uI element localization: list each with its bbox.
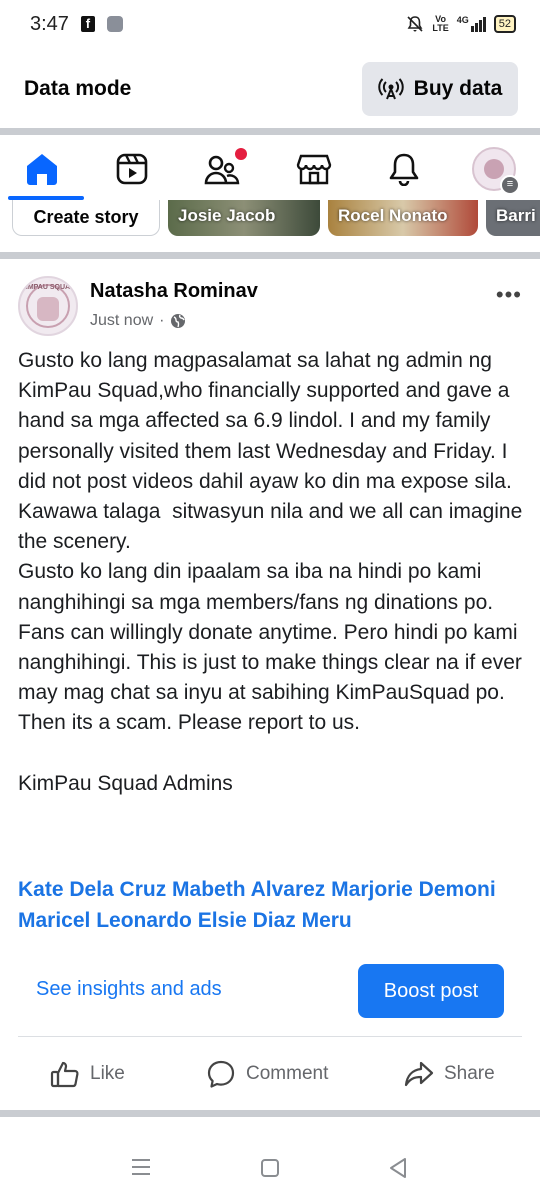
actions-divider	[18, 1036, 522, 1037]
bottom-divider	[0, 1110, 540, 1117]
post-time[interactable]: Just now	[90, 312, 153, 330]
tab-video[interactable]	[90, 138, 174, 200]
boost-post-button[interactable]: Boost post	[358, 964, 504, 1018]
battery-indicator: 52	[493, 15, 516, 33]
home-icon	[27, 154, 57, 185]
buy-data-label: Buy data	[413, 77, 503, 100]
story-author: Josie Jacob	[178, 206, 276, 225]
signal-indicator: 4G	[457, 16, 486, 32]
broadcast-icon	[377, 78, 404, 100]
post-options-button[interactable]: •••	[496, 282, 522, 308]
story-author: Rocel Nonato	[338, 206, 448, 225]
main-nav: ≡	[0, 138, 540, 200]
app-notification-icon	[106, 16, 123, 32]
post-tagged-people[interactable]: Kate Dela Cruz Mabeth Alvarez Marjorie D…	[18, 874, 528, 936]
avatar-text: KIMPAU SQUAD	[20, 284, 76, 291]
status-bar: 3:47 f Vo LTE 4G 52	[0, 0, 540, 48]
facebook-notification-icon: f	[80, 16, 95, 32]
top-divider	[0, 128, 540, 135]
system-navigation-bar	[0, 1130, 540, 1200]
profile-avatar: ≡	[472, 147, 520, 195]
like-label: Like	[90, 1063, 125, 1084]
tab-profile[interactable]: ≡	[452, 138, 536, 200]
home-nav-icon[interactable]	[260, 1158, 280, 1178]
network-type: 4G	[456, 15, 469, 25]
comment-label: Comment	[246, 1063, 329, 1084]
clock: 3:47	[30, 12, 69, 35]
page-title: Data mode	[24, 77, 132, 100]
video-icon	[116, 153, 148, 185]
share-label: Share	[444, 1063, 495, 1084]
meta-separator: ·	[159, 312, 165, 329]
share-button[interactable]: Share	[404, 1056, 495, 1092]
story-card[interactable]: Barri	[486, 200, 540, 236]
stories-divider	[0, 252, 540, 259]
tab-marketplace[interactable]	[272, 138, 356, 200]
comment-button[interactable]: Comment	[206, 1056, 328, 1092]
notifications-icon	[389, 153, 419, 186]
data-mode-bar: Data mode Buy data	[0, 54, 540, 124]
share-icon	[404, 1061, 434, 1087]
stories-strip: Create story Josie Jacob Rocel Nonato Ba…	[0, 200, 540, 238]
post-meta: Just now ·	[90, 312, 186, 330]
tab-notifications[interactable]	[362, 138, 446, 200]
profile-avatar-photo	[484, 159, 504, 179]
story-card[interactable]: Josie Jacob	[168, 200, 320, 236]
back-icon[interactable]	[388, 1157, 408, 1179]
post-header: KIMPAU SQUAD Natasha Rominav Just now · …	[18, 274, 528, 338]
volte-indicator: Vo LTE	[432, 15, 448, 33]
like-button[interactable]: Like	[50, 1056, 125, 1092]
avatar-photo	[37, 297, 59, 321]
volte-bottom: LTE	[432, 23, 449, 33]
post-author[interactable]: Natasha Rominav	[90, 280, 258, 303]
buy-data-button[interactable]: Buy data	[362, 62, 518, 116]
thumbs-up-icon	[50, 1061, 79, 1088]
story-card[interactable]: Rocel Nonato	[328, 200, 478, 236]
comment-icon	[207, 1060, 235, 1088]
tab-friends[interactable]	[180, 138, 264, 200]
marketplace-icon	[296, 154, 332, 185]
signal-bars-icon	[470, 17, 486, 32]
mute-bell-icon	[407, 16, 423, 32]
story-author: Barri	[496, 206, 536, 225]
author-avatar[interactable]: KIMPAU SQUAD	[18, 276, 78, 336]
tab-home[interactable]	[0, 138, 84, 200]
see-insights-link[interactable]: See insights and ads	[36, 978, 222, 1001]
friends-badge	[235, 148, 247, 160]
create-story-button[interactable]: Create story	[12, 200, 160, 236]
post-text: Gusto ko lang magpasalamat sa lahat ng a…	[18, 349, 523, 795]
recent-apps-icon[interactable]	[130, 1158, 152, 1176]
globe-icon	[171, 314, 186, 328]
menu-icon: ≡	[500, 175, 520, 195]
